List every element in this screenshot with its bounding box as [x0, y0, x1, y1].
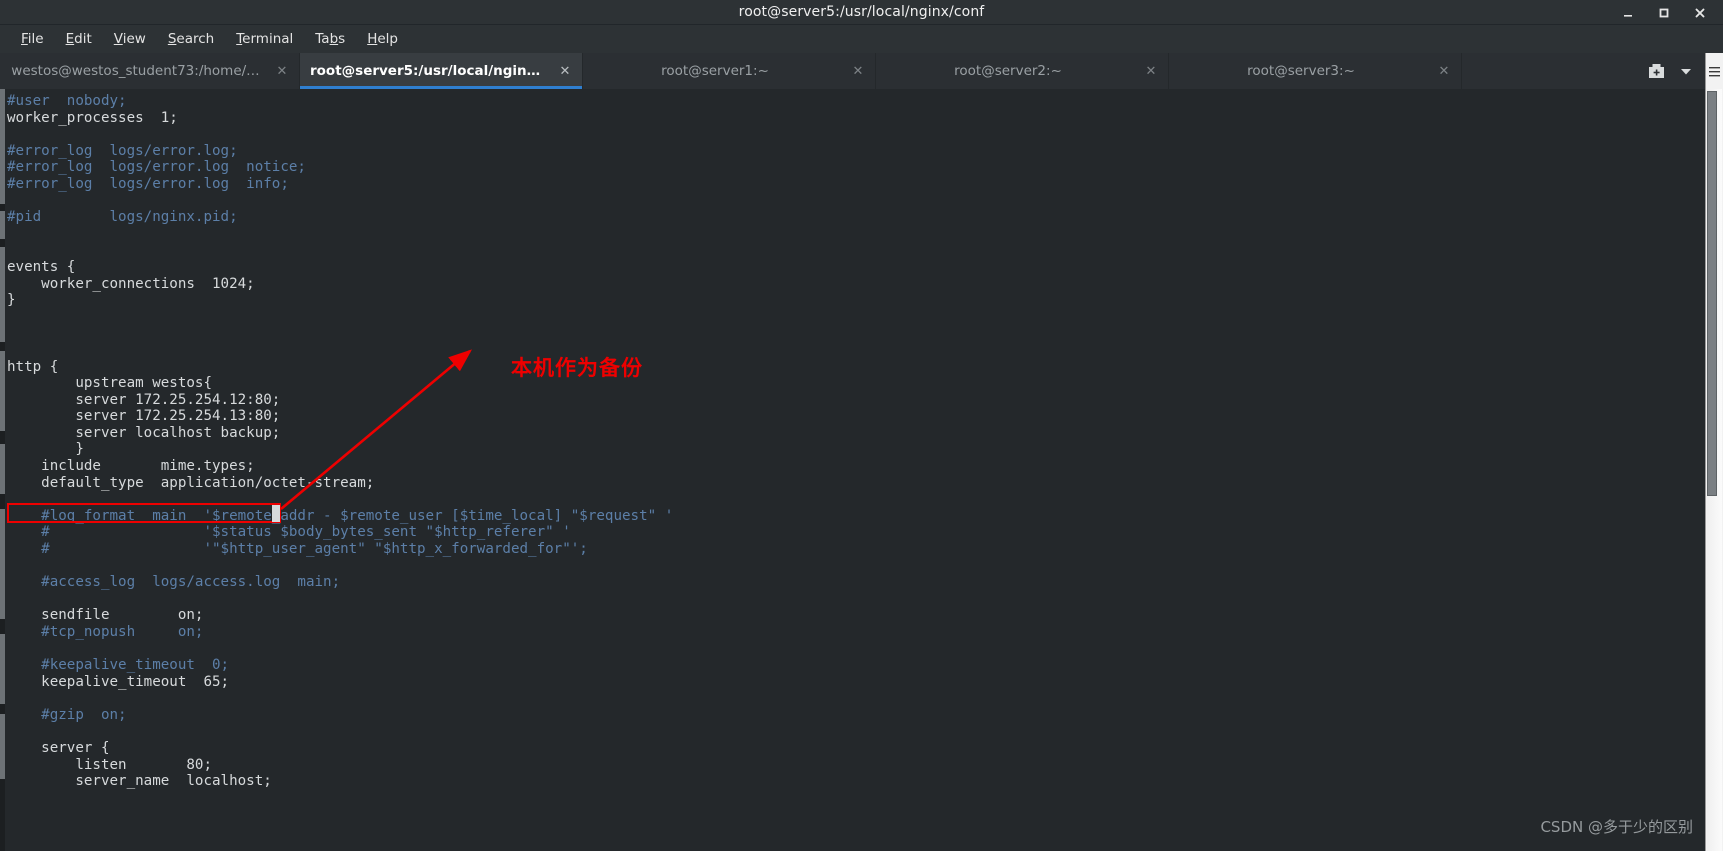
menu-edit-rest: dit	[74, 31, 92, 47]
window-title: root@server5:/usr/local/nginx/conf	[738, 4, 985, 20]
minimize-button[interactable]	[1621, 6, 1635, 20]
menu-tabs-rest: s	[338, 31, 346, 47]
terminal-window: root@server5:/usr/local/nginx/conf File …	[0, 0, 1723, 851]
menu-view-rest: iew	[122, 31, 146, 47]
tab-server3[interactable]: root@server3:~ ✕	[1169, 53, 1462, 89]
menu-help-rest: elp	[377, 31, 398, 47]
menu-file-rest: ile	[27, 31, 44, 47]
terminal-content: #user nobody; worker_processes 1; #error…	[7, 93, 674, 790]
terminal-text-area[interactable]: #user nobody; worker_processes 1; #error…	[5, 89, 1705, 851]
tab-strip: westos@westos_student73:/home/… ✕ root@s…	[0, 53, 1641, 89]
maximize-button[interactable]	[1657, 6, 1671, 20]
tab-close-icon[interactable]: ✕	[1437, 65, 1451, 78]
window-controls	[1621, 0, 1717, 25]
tab-label: root@server1:~	[661, 63, 769, 79]
vertical-scrollbar[interactable]	[1705, 89, 1723, 851]
tab-bar: westos@westos_student73:/home/… ✕ root@s…	[0, 53, 1723, 89]
tab-server5-nginx-conf[interactable]: root@server5:/usr/local/nginx/conf ✕	[300, 53, 583, 89]
tab-server2[interactable]: root@server2:~ ✕	[876, 53, 1169, 89]
scrollbar-thumb[interactable]	[1707, 91, 1717, 496]
tab-label: root@server2:~	[954, 63, 1062, 79]
chevron-down-icon[interactable]	[1671, 53, 1701, 89]
menu-tabs[interactable]: Tabs	[304, 28, 356, 50]
menu-edit[interactable]: Edit	[55, 28, 103, 50]
menu-terminal[interactable]: Terminal	[225, 28, 304, 50]
tab-close-icon[interactable]: ✕	[558, 65, 572, 78]
menu-terminal-rest: erminal	[242, 31, 294, 47]
menu-search-rest: earch	[176, 31, 215, 47]
window-titlebar: root@server5:/usr/local/nginx/conf	[0, 0, 1723, 25]
menu-tabs-pre: Ta	[315, 31, 330, 47]
menu-bar: File Edit View Search Terminal Tabs Help	[0, 25, 1723, 53]
tab-bar-actions	[1641, 53, 1705, 89]
terminal-area: #user nobody; worker_processes 1; #error…	[0, 89, 1723, 851]
hamburger-menu-icon[interactable]	[1705, 53, 1723, 89]
menu-help[interactable]: Help	[356, 28, 409, 50]
menu-search[interactable]: Search	[157, 28, 225, 50]
tab-close-icon[interactable]: ✕	[1144, 65, 1158, 78]
tab-server1[interactable]: root@server1:~ ✕	[583, 53, 876, 89]
tab-label: root@server3:~	[1247, 63, 1355, 79]
tab-westos-student73[interactable]: westos@westos_student73:/home/… ✕	[0, 53, 300, 89]
close-button[interactable]	[1693, 6, 1707, 20]
tab-close-icon[interactable]: ✕	[275, 65, 289, 78]
tab-label: westos@westos_student73:/home/…	[11, 63, 260, 79]
tab-close-icon[interactable]: ✕	[851, 65, 865, 78]
csdn-watermark: CSDN @多于少的区别	[1540, 818, 1693, 836]
menu-file[interactable]: File	[10, 28, 55, 50]
tab-label: root@server5:/usr/local/nginx/conf	[310, 63, 544, 79]
menu-view[interactable]: View	[103, 28, 157, 50]
new-tab-icon[interactable]	[1641, 53, 1671, 89]
